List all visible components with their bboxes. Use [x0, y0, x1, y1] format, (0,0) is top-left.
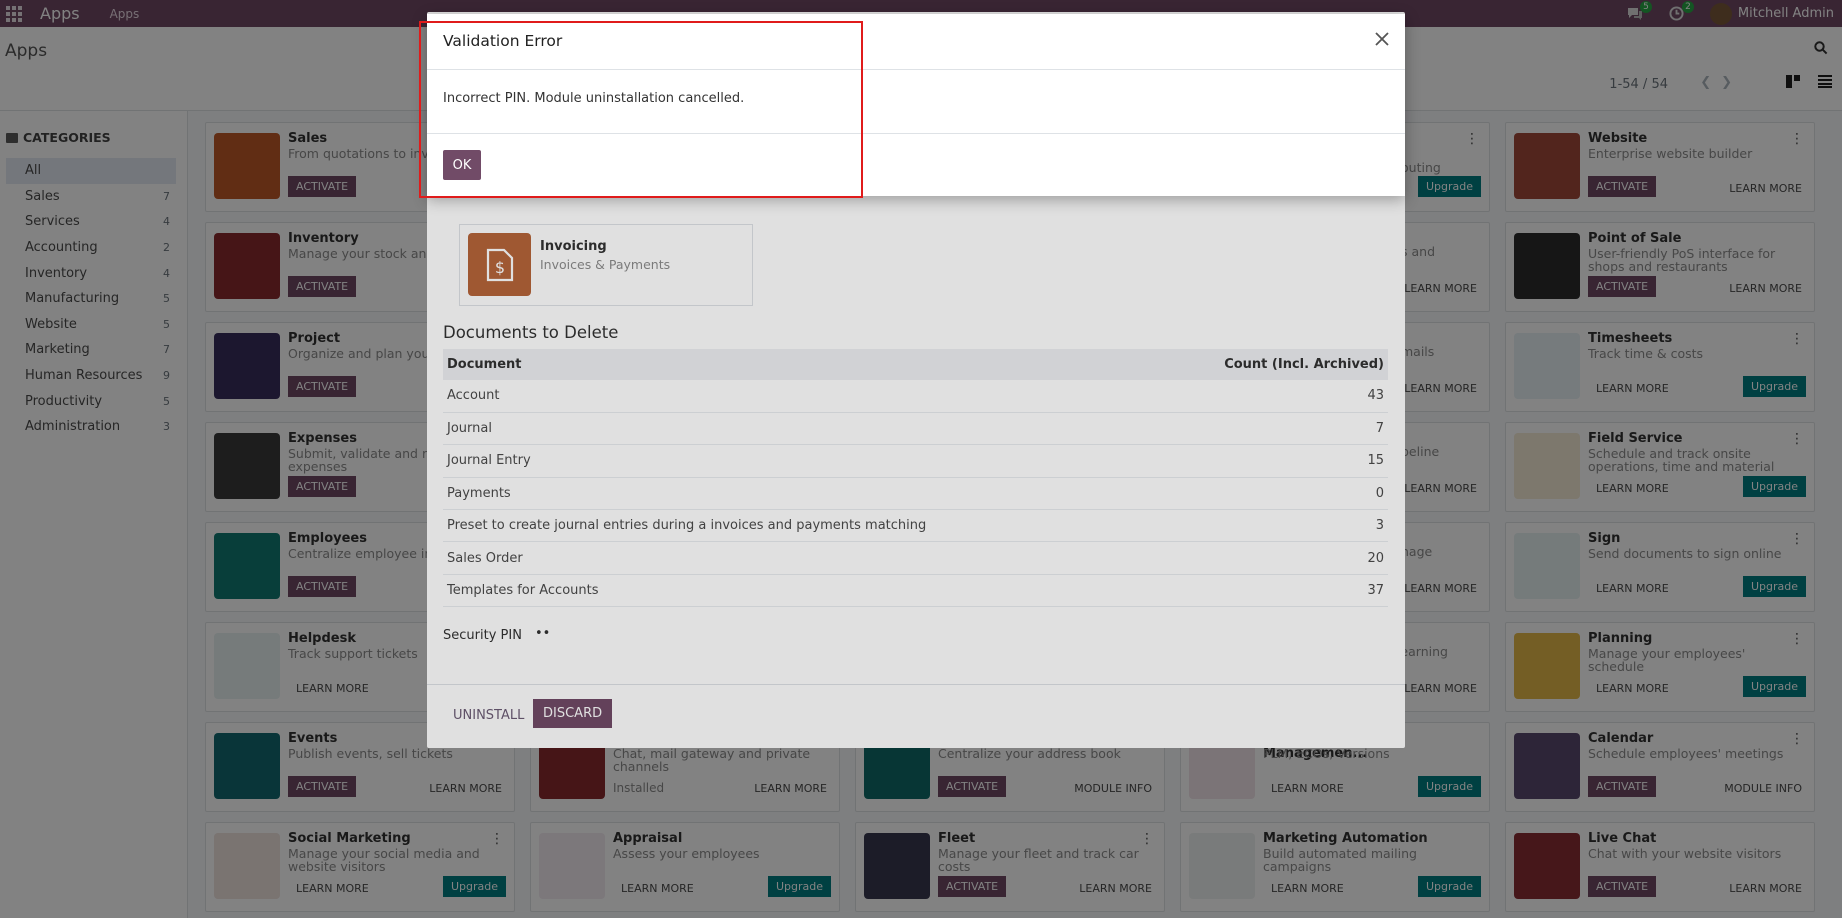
ok-button[interactable]: OK [443, 150, 481, 180]
close-icon[interactable] [1373, 30, 1391, 48]
validation-error-dialog: Validation Error Incorrect PIN. Module u… [427, 14, 1405, 196]
dialog-body: Incorrect PIN. Module uninstallation can… [427, 70, 1405, 134]
dialog-header: Validation Error [427, 14, 1405, 70]
dialog-title: Validation Error [443, 32, 563, 50]
error-message: Incorrect PIN. Module uninstallation can… [443, 91, 745, 106]
